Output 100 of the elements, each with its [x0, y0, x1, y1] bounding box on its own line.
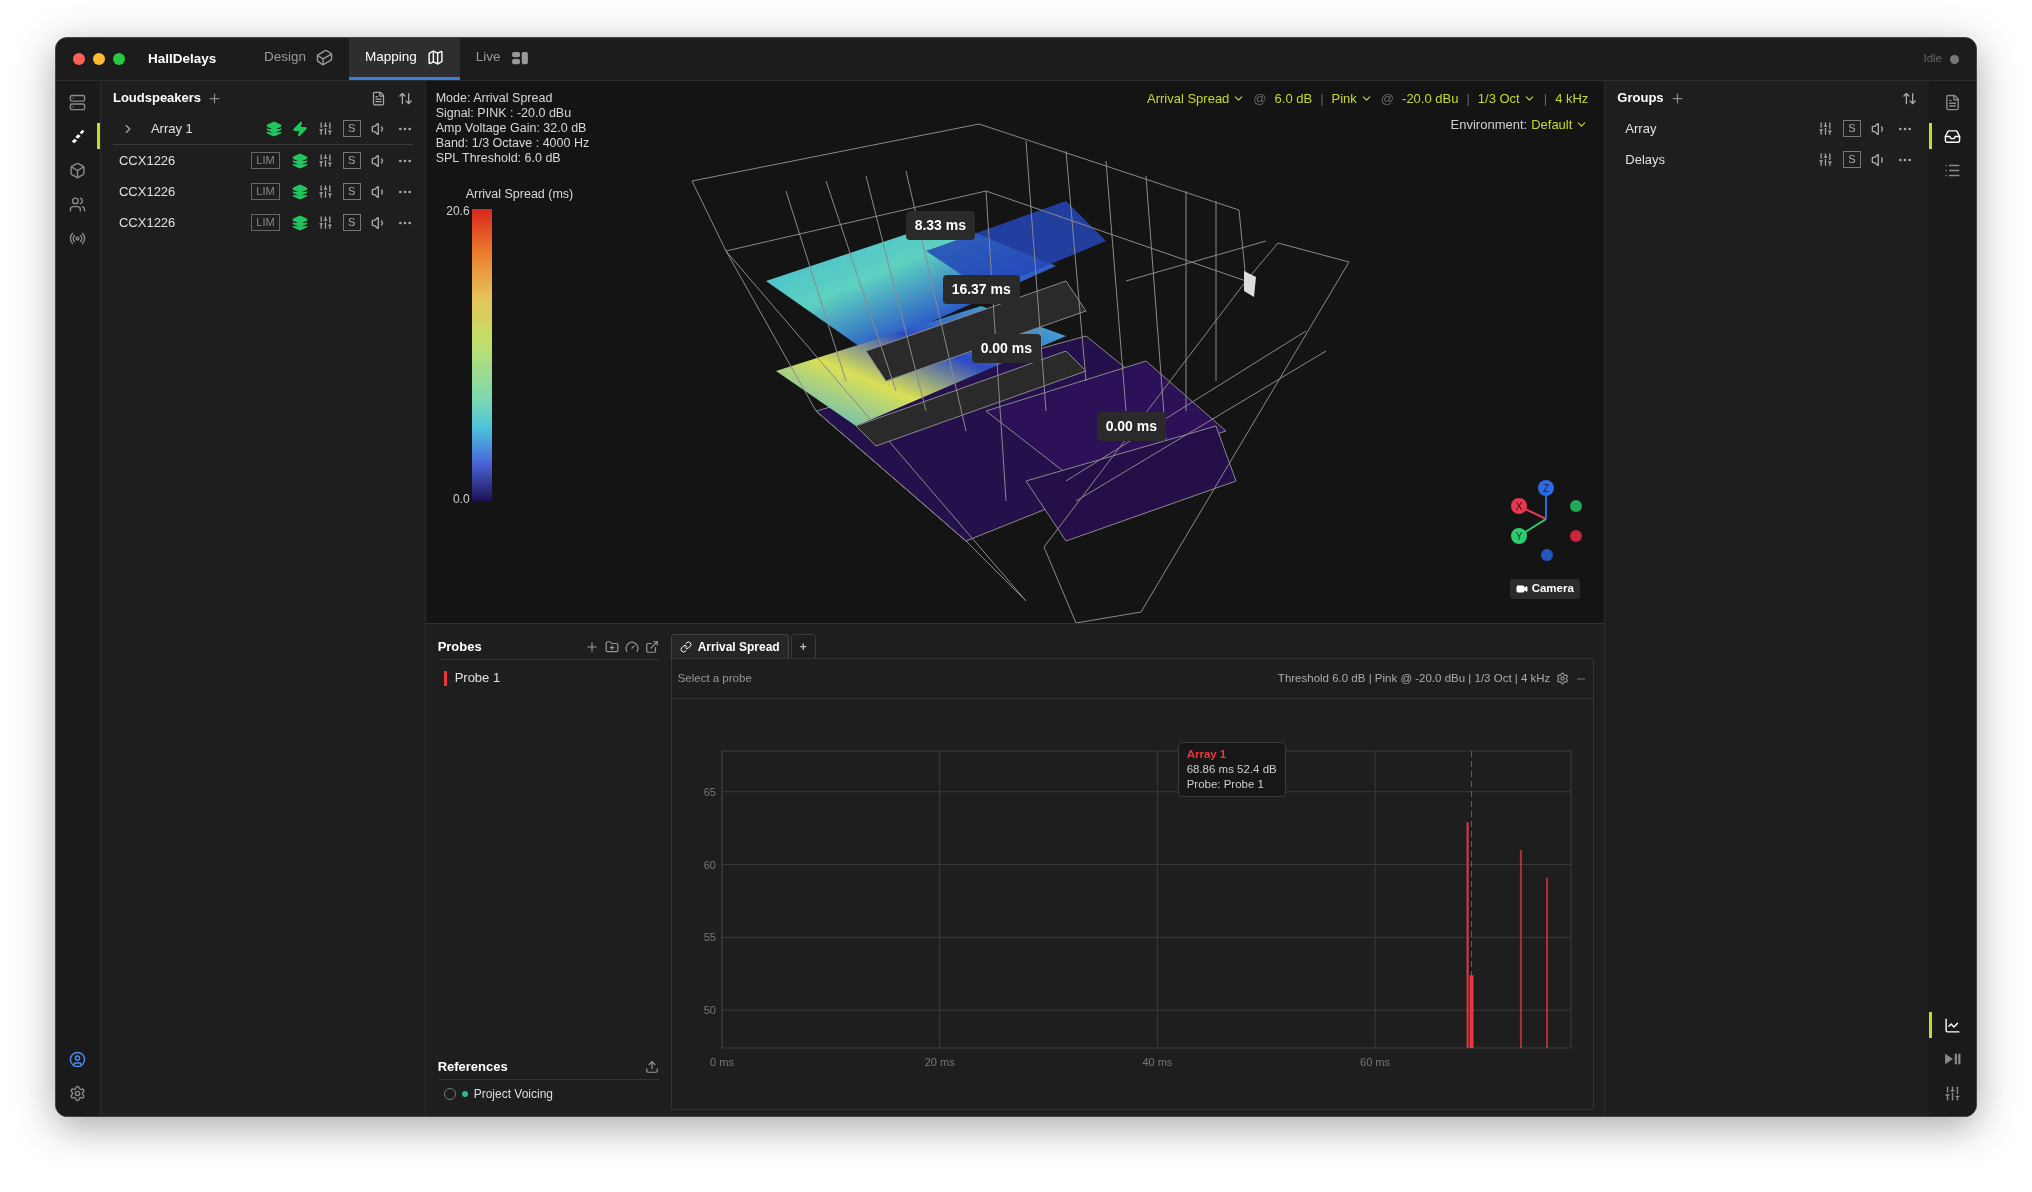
info-line: Signal: PINK : -20.0 dBu: [435, 106, 573, 121]
legend-max: 20.6: [446, 202, 470, 220]
separator-symbol: @: [1253, 90, 1267, 108]
document-icon[interactable]: [1944, 93, 1961, 111]
sliders-icon[interactable]: [1944, 1084, 1961, 1102]
loudspeaker-name: CCX1226: [118, 213, 176, 232]
server-icon[interactable]: [69, 93, 87, 111]
gauge-icon[interactable]: [624, 639, 639, 654]
tooltip-line: 68.86 ms 52.4 dB: [1186, 762, 1277, 777]
group-row[interactable]: Delays S: [1617, 144, 1918, 175]
info-line: Band: 1/3 Octave : 4000 Hz: [435, 136, 590, 151]
sliders-icon[interactable]: [317, 215, 333, 230]
status-label: Idle: [1923, 51, 1942, 67]
probe-name: Probe 1: [454, 669, 501, 688]
folder-plus-icon[interactable]: [604, 639, 619, 654]
sliders-icon[interactable]: [317, 184, 333, 199]
value-marker: 8.33 ms: [905, 211, 975, 240]
chart-tab[interactable]: +: [790, 634, 816, 658]
layers-icon[interactable]: [265, 120, 282, 137]
environment-dropdown[interactable]: Default: [1531, 114, 1589, 134]
mode-tab[interactable]: Live: [459, 38, 545, 80]
separator-symbol: |: [1543, 90, 1548, 108]
value-marker: 0.00 ms: [971, 334, 1041, 363]
axis-handle[interactable]: Y: [1510, 528, 1527, 544]
solo-button[interactable]: S: [342, 214, 361, 231]
limiter-button[interactable]: LIM: [251, 152, 280, 169]
separator-symbol: |: [1320, 90, 1324, 108]
axis-label: 40 ms: [1142, 1056, 1172, 1068]
solo-button[interactable]: S: [1843, 120, 1862, 137]
sort-icon[interactable]: [397, 90, 413, 106]
value-field[interactable]: -20.0 dBu: [1402, 89, 1459, 109]
lightning-icon[interactable]: [291, 120, 308, 137]
legend-title: Arrival Spread (ms): [465, 186, 575, 203]
chart-tab[interactable]: Arrival Spread: [670, 634, 789, 658]
solo-button[interactable]: S: [342, 152, 361, 169]
layers-icon[interactable]: [291, 152, 308, 169]
layers-icon[interactable]: [291, 214, 308, 231]
line-chart-icon[interactable]: [1944, 1016, 1961, 1034]
sliders-icon[interactable]: [317, 121, 333, 136]
add-icon[interactable]: [207, 90, 223, 106]
loudspeaker-row[interactable]: Array 1 S: [112, 113, 413, 144]
tooltip-title: Array 1: [1186, 747, 1228, 762]
users-icon[interactable]: [69, 195, 87, 213]
add-icon[interactable]: [1669, 90, 1685, 106]
axis-handle[interactable]: [1569, 530, 1582, 542]
panel-title: References: [437, 1057, 508, 1076]
panel-title: Groups: [1617, 89, 1664, 108]
dropdown-button[interactable]: 1/3 Oct: [1477, 89, 1536, 109]
axis-label: 60 ms: [1359, 1056, 1390, 1068]
sliders-icon[interactable]: [1818, 121, 1834, 136]
zoom-button[interactable]: [113, 53, 125, 65]
solo-button[interactable]: S: [1843, 151, 1862, 168]
axis-label: 60: [703, 858, 716, 871]
play-pause-icon[interactable]: [1943, 1052, 1962, 1066]
loudspeaker-name: Array 1: [150, 119, 193, 138]
external-link-icon[interactable]: [644, 639, 659, 654]
upload-icon[interactable]: [644, 1059, 659, 1074]
mode-tab[interactable]: Design: [248, 38, 350, 80]
value-field[interactable]: 4 kHz: [1555, 89, 1589, 109]
layout-icon: [510, 50, 529, 65]
sliders-icon[interactable]: [1818, 152, 1834, 167]
dropdown-button[interactable]: Pink: [1331, 89, 1373, 109]
close-button[interactable]: [73, 53, 85, 65]
limiter-button[interactable]: LIM: [251, 183, 280, 200]
axis-label: 0 ms: [709, 1056, 734, 1068]
axis-handle[interactable]: [1540, 549, 1553, 561]
layers-icon[interactable]: [291, 183, 308, 200]
map-icon: [426, 49, 444, 66]
camera-button[interactable]: Camera: [1509, 579, 1580, 599]
value-field[interactable]: 6.0 dB: [1274, 89, 1313, 109]
settings-icon[interactable]: [1556, 672, 1570, 685]
hint-text: Select a probe: [677, 670, 752, 686]
document-icon[interactable]: [370, 90, 386, 106]
add-icon[interactable]: [584, 639, 599, 654]
limiter-button[interactable]: LIM: [251, 214, 280, 231]
probe-item[interactable]: Probe 1: [437, 664, 659, 692]
dropdown-button[interactable]: Arrival Spread: [1147, 89, 1246, 109]
group-row[interactable]: Array S: [1617, 113, 1918, 144]
axis-label: 50: [703, 1004, 716, 1017]
link-icon: [679, 640, 692, 653]
value-marker: 0.00 ms: [1096, 412, 1166, 441]
app-title: HallDelays: [148, 49, 218, 68]
settings-icon[interactable]: [69, 1084, 87, 1102]
loudspeaker-row[interactable]: CCX1226 LIM S: [112, 176, 413, 207]
cube-icon: [316, 49, 334, 66]
minimize-button[interactable]: [93, 53, 105, 65]
axis-handle[interactable]: X: [1510, 498, 1527, 514]
info-line: Mode: Arrival Spread: [435, 91, 554, 106]
sort-icon[interactable]: [1902, 90, 1918, 106]
info-line: SPL Threshold: 6.0 dB: [435, 151, 562, 166]
axis-handle[interactable]: [1569, 500, 1582, 512]
solo-button[interactable]: S: [342, 120, 361, 137]
loudspeaker-row[interactable]: CCX1226 LIM S: [112, 207, 413, 238]
cube-icon[interactable]: [69, 161, 87, 179]
user-icon[interactable]: [69, 1050, 87, 1068]
tray-icon[interactable]: [1944, 127, 1961, 145]
sliders-icon[interactable]: [317, 153, 333, 168]
loudspeaker-row[interactable]: CCX1226 LIM S: [112, 145, 413, 176]
solo-button[interactable]: S: [342, 183, 361, 200]
mode-tab[interactable]: Mapping: [349, 38, 460, 80]
